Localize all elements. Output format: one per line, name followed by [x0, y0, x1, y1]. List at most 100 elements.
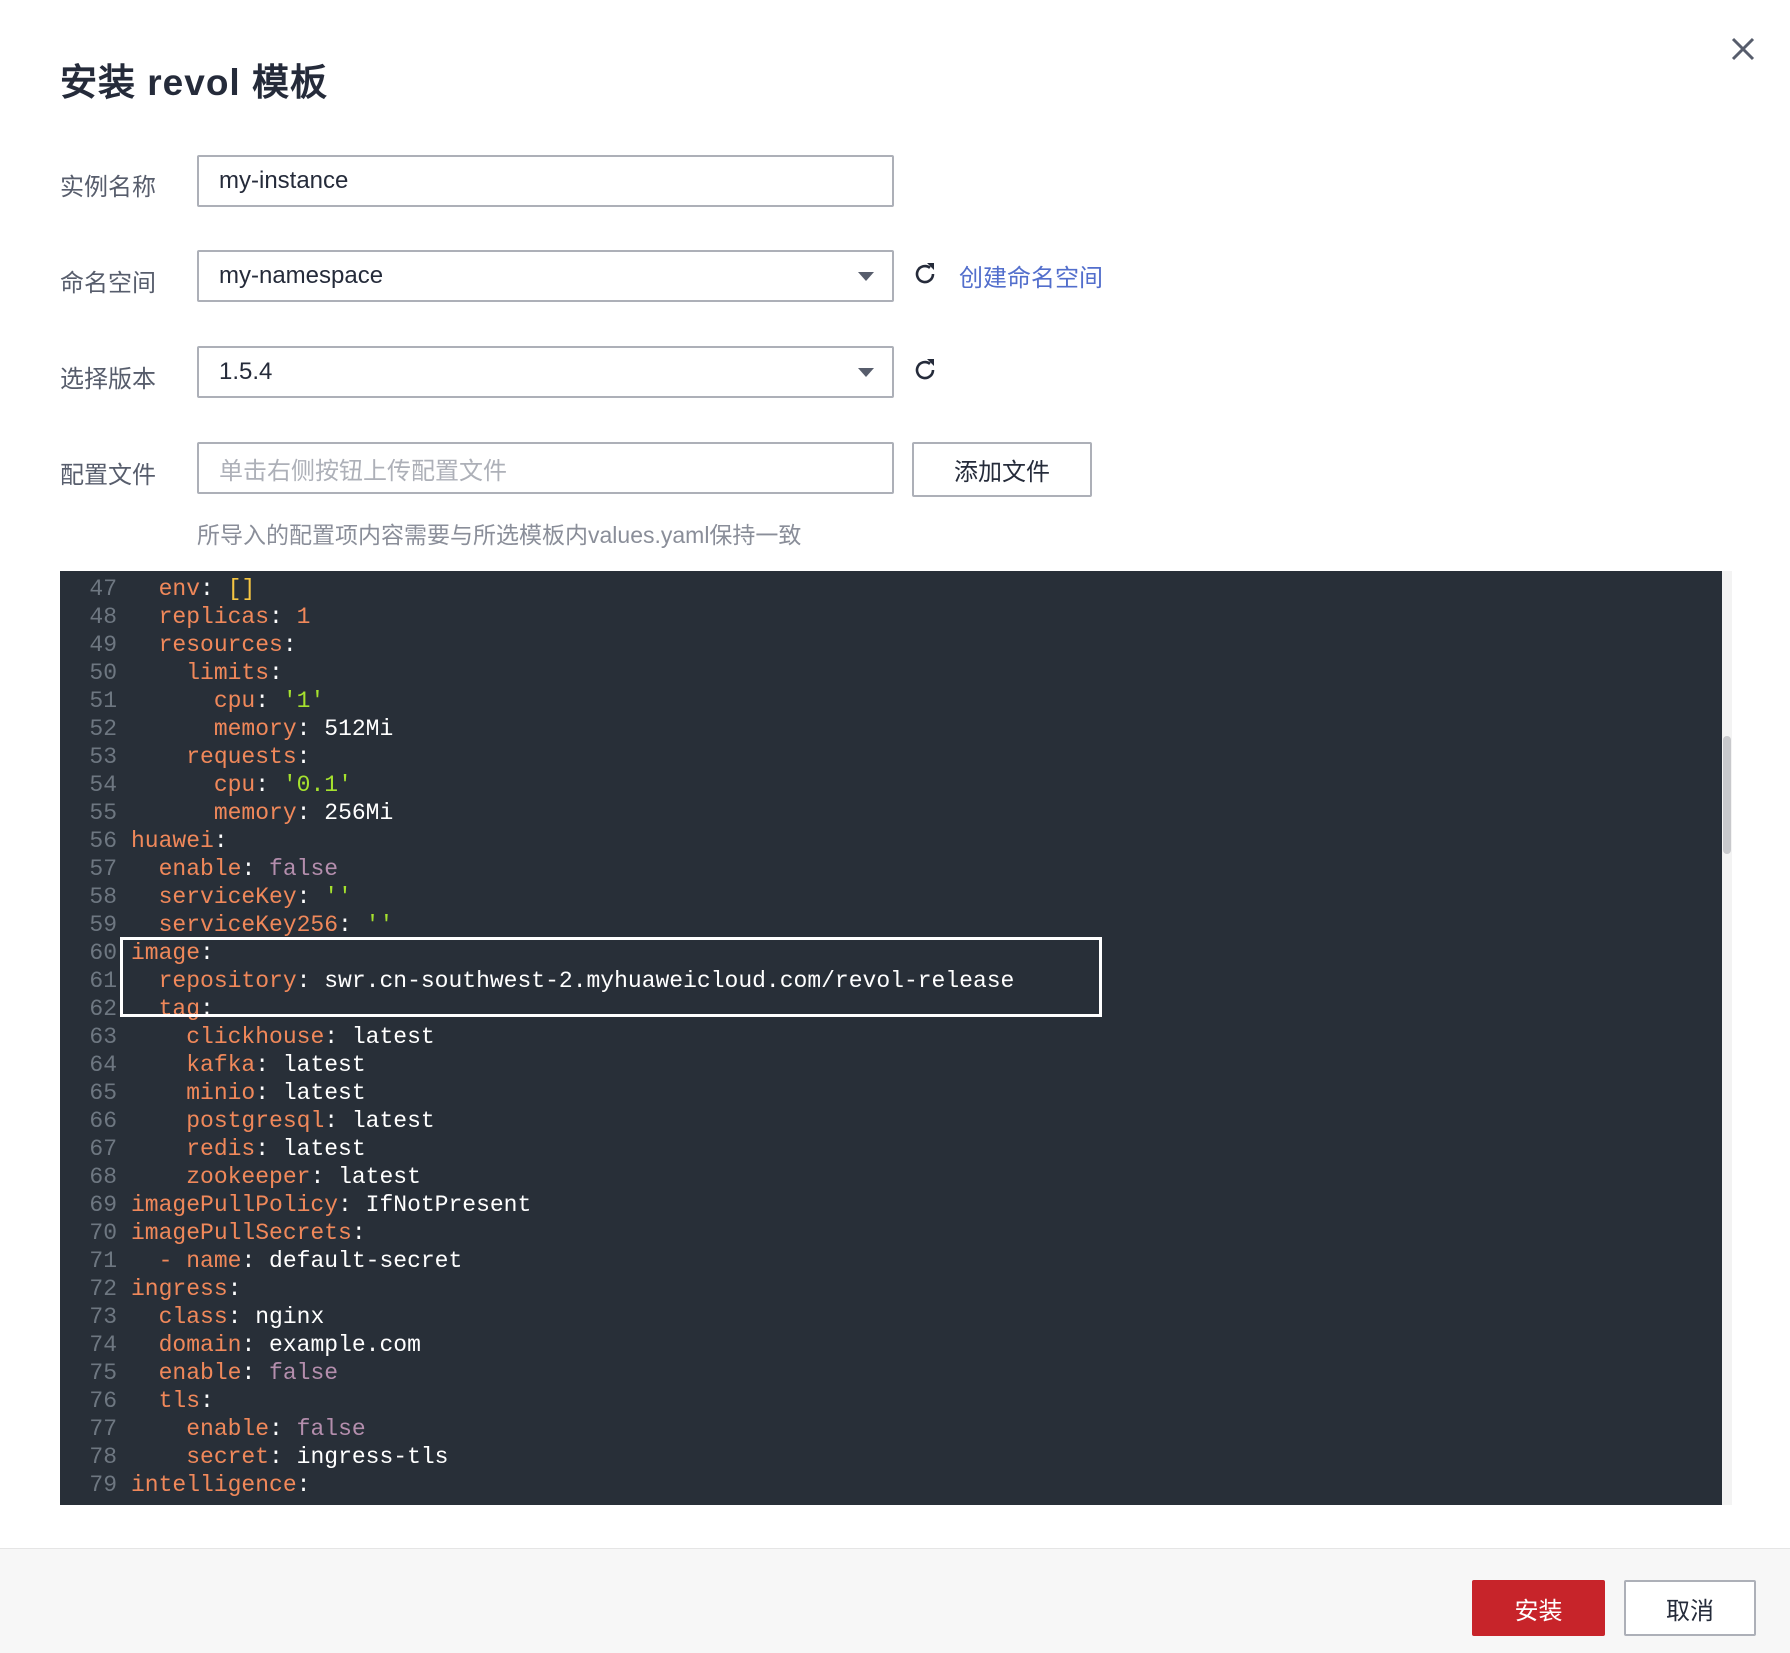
code-line: 69 imagePullPolicy: IfNotPresent: [60, 1191, 1722, 1219]
add-file-button[interactable]: 添加文件: [912, 442, 1092, 497]
code-text: - name: default-secret: [158, 1248, 463, 1274]
line-number: 51: [89, 688, 117, 714]
code-line: 58 serviceKey: '': [60, 883, 1722, 911]
line-number: 58: [89, 884, 117, 910]
code-text: requests:: [186, 744, 311, 770]
code-line: 51 cpu: '1': [60, 687, 1722, 715]
refresh-namespace-icon[interactable]: [910, 259, 940, 289]
code-line: 65 minio: latest: [60, 1079, 1722, 1107]
code-line: 60 image:: [60, 939, 1722, 967]
line-number: 60: [89, 940, 117, 966]
code-text: cpu: '0.1': [213, 772, 352, 798]
yaml-value: swr.cn-southwest-2.myhuaweicloud.com/rev…: [324, 968, 1015, 994]
yaml-key: tag: [158, 996, 201, 1022]
yaml-value: example.com: [269, 1332, 421, 1358]
code-text: redis: latest: [186, 1136, 366, 1162]
instance-name-input[interactable]: my-instance: [197, 155, 894, 207]
chevron-down-icon: [858, 367, 874, 377]
code-text: imagePullSecrets:: [131, 1220, 366, 1246]
yaml-value: '': [365, 912, 394, 938]
install-button[interactable]: 安装: [1472, 1580, 1605, 1636]
version-label: 选择版本: [60, 366, 156, 393]
close-icon[interactable]: [1726, 32, 1760, 66]
yaml-key: imagePullSecrets: [131, 1220, 352, 1246]
line-number: 79: [89, 1472, 117, 1498]
yaml-key: memory: [213, 716, 297, 742]
yaml-value: false: [269, 1360, 339, 1386]
yaml-value: IfNotPresent: [365, 1192, 532, 1218]
line-number: 70: [89, 1220, 117, 1246]
code-line: 64 kafka: latest: [60, 1051, 1722, 1079]
yaml-value: nginx: [255, 1304, 325, 1330]
code-line: 63 clickhouse: latest: [60, 1023, 1722, 1051]
yaml-value: []: [227, 576, 256, 602]
line-number: 71: [89, 1248, 117, 1274]
code-line: 79 intelligence:: [60, 1471, 1722, 1499]
line-number: 65: [89, 1080, 117, 1106]
line-number: 61: [89, 968, 117, 994]
code-text: env: []: [158, 576, 256, 602]
code-text: intelligence:: [131, 1472, 311, 1498]
yaml-key: class: [158, 1304, 228, 1330]
code-text: repository: swr.cn-southwest-2.myhuaweic…: [158, 968, 1015, 994]
line-number: 73: [89, 1304, 117, 1330]
code-line: 74 domain: example.com: [60, 1331, 1722, 1359]
code-line: 54 cpu: '0.1': [60, 771, 1722, 799]
code-text: zookeeper: latest: [186, 1164, 421, 1190]
code-text: secret: ingress-tls: [186, 1444, 449, 1470]
code-line: 75 enable: false: [60, 1359, 1722, 1387]
editor-scrollbar-thumb[interactable]: [1723, 736, 1731, 854]
line-number: 55: [89, 800, 117, 826]
code-text: enable: false: [186, 1416, 366, 1442]
line-number: 49: [89, 632, 117, 658]
yaml-key: ingress: [131, 1276, 228, 1302]
config-file-input[interactable]: 单击右侧按钮上传配置文件: [197, 442, 894, 494]
code-text: memory: 512Mi: [213, 716, 394, 742]
yaml-key: - name: [158, 1248, 242, 1274]
code-line: 70 imagePullSecrets:: [60, 1219, 1722, 1247]
yaml-code-editor[interactable]: 47 env: [] 48 replicas: 1 49 resources: 50 …: [60, 571, 1722, 1505]
yaml-key: env: [158, 576, 201, 602]
code-text: enable: false: [158, 1360, 339, 1386]
yaml-key: cpu: [213, 688, 256, 714]
yaml-key: requests: [186, 744, 297, 770]
code-text: imagePullPolicy: IfNotPresent: [131, 1192, 532, 1218]
yaml-value: latest: [351, 1024, 435, 1050]
line-number: 77: [89, 1416, 117, 1442]
code-text: class: nginx: [158, 1304, 325, 1330]
code-text: minio: latest: [186, 1080, 366, 1106]
version-select[interactable]: 1.5.4: [197, 346, 894, 398]
code-line: 72 ingress:: [60, 1275, 1722, 1303]
code-line: 76 tls:: [60, 1387, 1722, 1415]
cancel-button[interactable]: 取消: [1624, 1580, 1756, 1636]
code-line: 55 memory: 256Mi: [60, 799, 1722, 827]
yaml-key: clickhouse: [186, 1024, 325, 1050]
code-line: 71 - name: default-secret: [60, 1247, 1722, 1275]
code-line: 48 replicas: 1: [60, 603, 1722, 631]
yaml-key: domain: [158, 1332, 242, 1358]
yaml-value: ingress-tls: [296, 1444, 449, 1470]
code-text: limits:: [186, 660, 283, 686]
yaml-value: default-secret: [269, 1248, 463, 1274]
line-number: 57: [89, 856, 117, 882]
refresh-version-icon[interactable]: [910, 355, 940, 385]
line-number: 47: [89, 576, 117, 602]
config-file-placeholder: 单击右侧按钮上传配置文件: [219, 457, 507, 485]
line-number: 56: [89, 828, 117, 854]
yaml-key: enable: [186, 1416, 270, 1442]
yaml-key: redis: [186, 1136, 256, 1162]
yaml-key: image: [131, 940, 201, 966]
namespace-select[interactable]: my-namespace: [197, 250, 894, 302]
editor-scrollbar[interactable]: [1722, 571, 1732, 1505]
chevron-down-icon: [858, 271, 874, 281]
code-line: 49 resources:: [60, 631, 1722, 659]
code-text: enable: false: [158, 856, 339, 882]
line-number: 68: [89, 1164, 117, 1190]
code-text: memory: 256Mi: [213, 800, 394, 826]
yaml-value: false: [296, 1416, 366, 1442]
code-text: cpu: '1': [213, 688, 325, 714]
create-namespace-link[interactable]: 创建命名空间: [959, 258, 1103, 293]
code-line: 52 memory: 512Mi: [60, 715, 1722, 743]
yaml-key: zookeeper: [186, 1164, 311, 1190]
yaml-key: serviceKey: [158, 884, 297, 910]
